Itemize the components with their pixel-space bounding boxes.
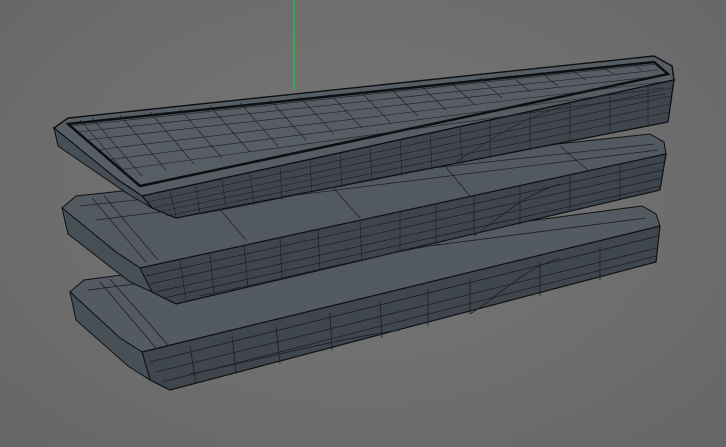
- viewport-scene[interactable]: [0, 0, 726, 447]
- 3d-viewport[interactable]: [0, 0, 726, 447]
